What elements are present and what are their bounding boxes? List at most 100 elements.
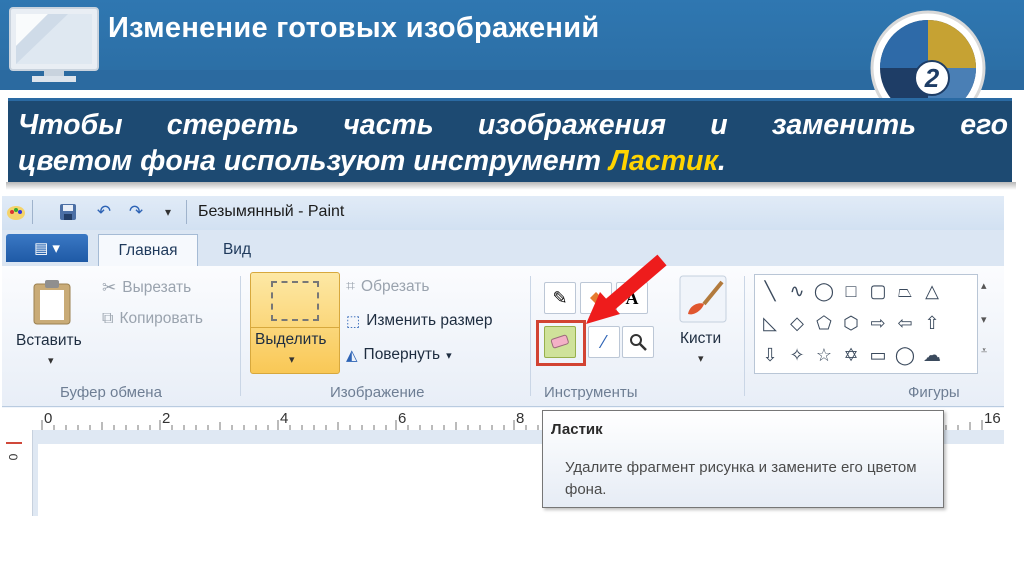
- crop-label: Обрезать: [361, 278, 430, 295]
- resize-label: Изменить размер: [366, 312, 493, 329]
- eraser-tooltip: Ластик Удалите фрагмент рисунка и замени…: [542, 410, 944, 508]
- panel-shadow: [6, 182, 1016, 190]
- paint-app-icon[interactable]: [6, 202, 26, 222]
- window-title: Безымянный - Paint: [198, 203, 345, 220]
- brush-icon: [679, 275, 727, 323]
- polygon-shape-icon[interactable]: ⏢: [892, 281, 918, 301]
- pencil-icon[interactable]: ✎: [544, 282, 576, 314]
- menu-icon: ▤ ▾: [34, 240, 60, 257]
- file-menu-button[interactable]: ▤ ▾: [6, 234, 88, 262]
- copy-button[interactable]: ⧉ Копировать: [102, 310, 203, 328]
- ruler-label: 16: [984, 410, 1001, 427]
- shapes-gallery: ╲ ∿ ◯ □ ▢ ⏢ △ ◺ ◇ ⬠ ⬡ ⇨ ⇦ ⇧ ⇩ ✧ ☆ ✡ ▭ ◯ …: [754, 274, 987, 374]
- up-arrow-shape-icon[interactable]: ⇧: [919, 313, 945, 333]
- selection-icon: [271, 281, 319, 321]
- rounded-rectangle-shape-icon[interactable]: ▢: [865, 281, 891, 301]
- tools-group-label: Инструменты: [544, 384, 638, 401]
- right-triangle-shape-icon[interactable]: ◺: [757, 313, 783, 333]
- resize-button[interactable]: ⬚ Изменить размер: [346, 312, 492, 330]
- vertical-ruler: 0: [2, 430, 33, 516]
- vruler-label: 0: [6, 453, 21, 461]
- image-group-label: Изображение: [330, 384, 425, 401]
- tooltip-title: Ластик: [551, 421, 603, 438]
- tab-home[interactable]: Главная: [98, 234, 198, 267]
- group-separator: [530, 276, 531, 396]
- tab-view[interactable]: Вид: [206, 234, 268, 266]
- crop-icon: ⌗: [346, 278, 356, 295]
- select-split: [251, 327, 339, 328]
- eraser-icon[interactable]: [544, 326, 576, 358]
- redo-icon[interactable]: ↷: [126, 202, 146, 222]
- scissors-icon: ✂: [102, 278, 117, 297]
- pentagon-shape-icon[interactable]: ⬠: [811, 313, 837, 333]
- copy-label: Копировать: [119, 310, 203, 327]
- group-separator: [240, 276, 241, 396]
- right-arrow-shape-icon[interactable]: ⇨: [865, 313, 891, 333]
- oval-shape-icon[interactable]: ◯: [811, 281, 837, 301]
- five-point-star-shape-icon[interactable]: ☆: [811, 345, 837, 365]
- shapes-group-label: Фигуры: [908, 384, 960, 401]
- four-point-star-shape-icon[interactable]: ✧: [784, 345, 810, 365]
- slide-title: Изменение готовых изображений: [108, 12, 600, 44]
- select-label: Выделить: [255, 331, 327, 348]
- ruler-label: 2: [162, 410, 171, 427]
- ribbon: Вставить ▾ ✂ Вырезать ⧉ Копировать Буфер…: [2, 254, 1004, 407]
- crop-button[interactable]: ⌗ Обрезать: [346, 278, 429, 296]
- rotate-button[interactable]: ◭ Повернуть ▾: [346, 346, 452, 364]
- rotate-icon: ◭: [346, 347, 358, 364]
- select-button[interactable]: Выделить ▾: [250, 272, 340, 374]
- undo-icon[interactable]: ↶: [94, 202, 114, 222]
- cut-button[interactable]: ✂ Вырезать: [102, 278, 191, 298]
- ruler-label: 4: [280, 410, 289, 427]
- paste-button[interactable]: Вставить ▾: [14, 274, 94, 374]
- callout-oval-shape-icon[interactable]: ◯: [892, 345, 918, 365]
- instruction-line-1: Чтобы стереть часть изображения и замени…: [18, 109, 1008, 141]
- badge-number: 2: [924, 63, 940, 93]
- rotate-label: Повернуть: [363, 346, 441, 363]
- quick-access-bar: ↶ ↷ ▾ Безымянный - Paint: [2, 196, 1004, 230]
- brushes-dropdown-icon: ▾: [698, 353, 704, 365]
- gallery-scroll-down-icon[interactable]: ▾: [981, 313, 987, 326]
- magnifier-icon[interactable]: [622, 326, 654, 358]
- gallery-expand-icon[interactable]: ⩡: [981, 345, 987, 358]
- instruction-panel: Чтобы стереть часть изображения и замени…: [8, 98, 1012, 183]
- rectangle-shape-icon[interactable]: □: [838, 281, 864, 301]
- save-icon[interactable]: [58, 202, 78, 222]
- copy-icon: ⧉: [102, 310, 114, 327]
- six-point-star-shape-icon[interactable]: ✡: [838, 345, 864, 365]
- ruler-marker: [6, 442, 22, 444]
- ruler-label: 6: [398, 410, 407, 427]
- shapes-grid: ╲ ∿ ◯ □ ▢ ⏢ △ ◺ ◇ ⬠ ⬡ ⇨ ⇦ ⇧ ⇩ ✧ ☆ ✡ ▭ ◯ …: [757, 281, 973, 365]
- clipboard-group-label: Буфер обмена: [60, 384, 162, 401]
- callout-cloud-shape-icon[interactable]: ☁: [919, 345, 945, 365]
- qa-separator-2: [186, 200, 187, 224]
- curve-shape-icon[interactable]: ∿: [784, 281, 810, 301]
- callout-rect-shape-icon[interactable]: ▭: [865, 345, 891, 365]
- left-arrow-shape-icon[interactable]: ⇦: [892, 313, 918, 333]
- tooltip-description: Удалите фрагмент рисунка и замените его …: [565, 459, 917, 498]
- diamond-shape-icon[interactable]: ◇: [784, 313, 810, 333]
- qa-separator: [32, 200, 33, 224]
- brushes-button[interactable]: Кисти ▾: [672, 272, 734, 372]
- paste-dropdown-icon: ▾: [48, 355, 54, 367]
- gallery-scroll-up-icon[interactable]: ▴: [981, 279, 987, 292]
- eraser-highlight: Ластик: [609, 145, 718, 177]
- paste-label: Вставить: [16, 332, 82, 349]
- instruction-line-2: цветом фона используют инструмент: [18, 145, 610, 177]
- color-picker-icon[interactable]: ⁄: [588, 326, 620, 358]
- tab-row: ▤ ▾ Главная Вид: [2, 230, 1004, 267]
- down-arrow-shape-icon[interactable]: ⇩: [757, 345, 783, 365]
- customize-qa-icon[interactable]: ▾: [158, 202, 178, 222]
- rotate-dropdown-icon: ▾: [446, 349, 452, 362]
- cut-label: Вырезать: [122, 279, 192, 296]
- instruction-period: .: [717, 145, 726, 177]
- ruler-label: 0: [44, 410, 53, 427]
- resize-icon: ⬚: [346, 313, 361, 330]
- hexagon-shape-icon[interactable]: ⬡: [838, 313, 864, 333]
- clipboard-icon: [33, 280, 71, 325]
- brushes-label: Кисти: [680, 330, 722, 347]
- triangle-shape-icon[interactable]: △: [919, 281, 945, 301]
- line-shape-icon[interactable]: ╲: [757, 281, 783, 301]
